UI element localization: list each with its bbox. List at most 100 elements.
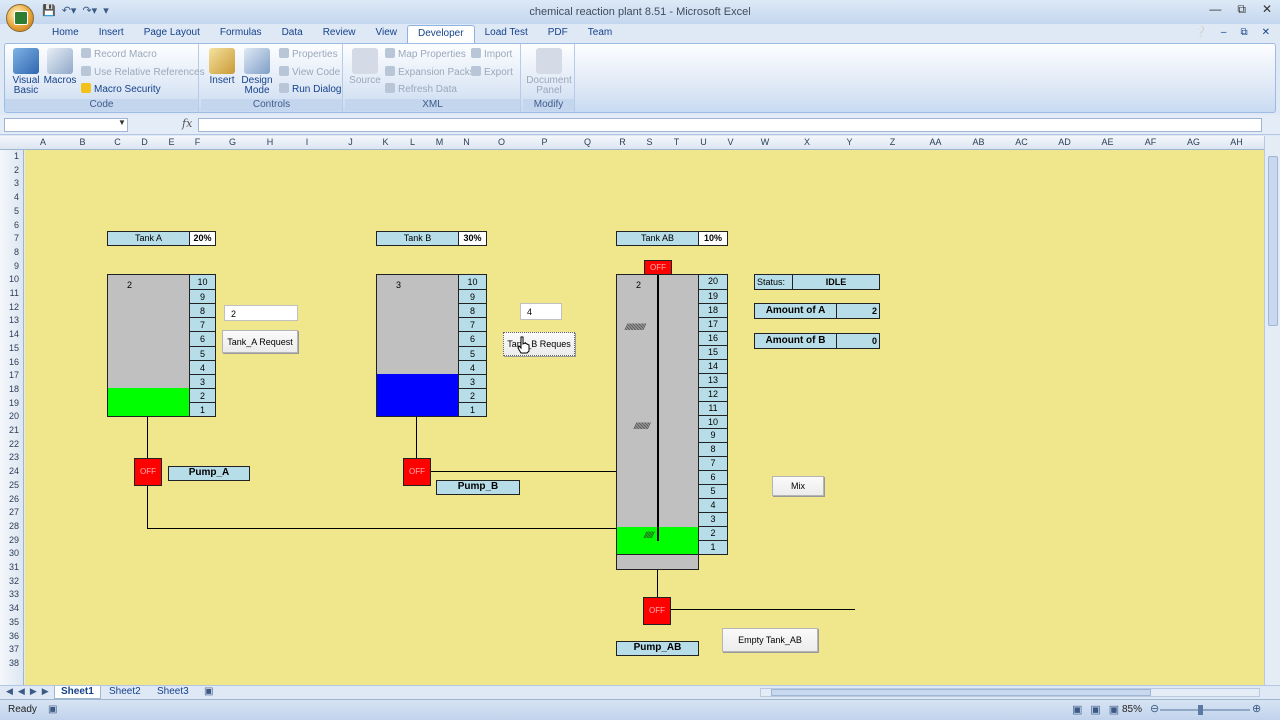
visual-basic-button[interactable]: Visual Basic bbox=[9, 48, 43, 96]
row-header[interactable]: 34 bbox=[9, 603, 19, 613]
column-header[interactable]: O bbox=[498, 137, 505, 147]
row-header[interactable]: 32 bbox=[9, 576, 19, 586]
row-header[interactable]: 27 bbox=[9, 507, 19, 517]
sheet-tab-3[interactable]: Sheet3 bbox=[151, 686, 195, 699]
pump-ab-valve[interactable]: OFF bbox=[643, 597, 671, 625]
row-header[interactable]: 8 bbox=[14, 247, 19, 257]
zoom-slider-thumb[interactable] bbox=[1198, 705, 1203, 715]
row-header[interactable]: 37 bbox=[9, 644, 19, 654]
empty-tank-ab-button[interactable]: Empty Tank_AB bbox=[722, 628, 818, 652]
row-header[interactable]: 6 bbox=[14, 220, 19, 230]
column-header[interactable]: V bbox=[727, 137, 733, 147]
workbook-minimize-icon[interactable]: – bbox=[1221, 27, 1227, 38]
tank-b-amount-input[interactable]: 4 bbox=[520, 303, 562, 320]
row-header[interactable]: 20 bbox=[9, 411, 19, 421]
insert-control-button[interactable]: Insert bbox=[205, 48, 239, 86]
zoom-out-icon[interactable]: ⊖ bbox=[1150, 702, 1159, 715]
minimize-icon[interactable]: — bbox=[1209, 2, 1221, 17]
column-header[interactable]: AE bbox=[1101, 137, 1113, 147]
row-header[interactable]: 11 bbox=[10, 288, 19, 298]
vertical-scroll-thumb[interactable] bbox=[1268, 156, 1278, 326]
row-header[interactable]: 21 bbox=[9, 425, 19, 435]
close-icon[interactable]: ✕ bbox=[1262, 2, 1272, 17]
tab-home[interactable]: Home bbox=[42, 25, 89, 43]
tank-ab-inlet-valve[interactable]: OFF bbox=[644, 260, 672, 275]
column-header[interactable]: X bbox=[804, 137, 810, 147]
tab-view[interactable]: View bbox=[365, 25, 407, 43]
row-header[interactable]: 28 bbox=[9, 521, 19, 531]
column-header[interactable]: N bbox=[463, 137, 470, 147]
row-header[interactable]: 7 bbox=[14, 233, 19, 243]
row-header[interactable]: 12 bbox=[9, 302, 19, 312]
row-header[interactable]: 13 bbox=[9, 315, 19, 325]
column-header[interactable]: L bbox=[410, 137, 415, 147]
properties-button[interactable]: Properties bbox=[279, 48, 338, 62]
macro-security-button[interactable]: Macro Security bbox=[81, 83, 161, 97]
row-header[interactable]: 14 bbox=[9, 329, 19, 339]
column-header[interactable]: U bbox=[700, 137, 707, 147]
tab-formulas[interactable]: Formulas bbox=[210, 25, 272, 43]
name-box-dropdown-icon[interactable]: ▼ bbox=[118, 118, 126, 127]
tab-review[interactable]: Review bbox=[313, 25, 366, 43]
row-header[interactable]: 29 bbox=[9, 535, 19, 545]
row-header[interactable]: 38 bbox=[9, 658, 19, 668]
tab-data[interactable]: Data bbox=[272, 25, 313, 43]
column-header[interactable]: F bbox=[195, 137, 201, 147]
column-header[interactable]: AD bbox=[1058, 137, 1071, 147]
import-button[interactable]: Import bbox=[471, 48, 512, 62]
tab-page-layout[interactable]: Page Layout bbox=[134, 25, 210, 43]
name-box[interactable] bbox=[4, 118, 128, 132]
tab-developer[interactable]: Developer bbox=[406, 25, 475, 43]
tank-a-amount-input[interactable]: 2 bbox=[224, 305, 298, 321]
view-buttons-icon[interactable]: ▣▣▣ bbox=[1072, 703, 1127, 716]
workbook-close-icon[interactable]: ✕ bbox=[1262, 27, 1270, 38]
pump-b-valve[interactable]: OFF bbox=[403, 458, 431, 486]
tank-b-request-button[interactable]: Tank_B Reques bbox=[503, 332, 575, 356]
formula-input[interactable] bbox=[198, 118, 1262, 132]
column-header[interactable]: P bbox=[541, 137, 547, 147]
row-header[interactable]: 26 bbox=[9, 494, 19, 504]
column-header[interactable]: C bbox=[114, 137, 121, 147]
row-header[interactable]: 19 bbox=[9, 398, 19, 408]
tab-insert[interactable]: Insert bbox=[89, 25, 134, 43]
row-header[interactable]: 3 bbox=[14, 178, 19, 188]
horizontal-scroll-thumb[interactable] bbox=[771, 689, 1151, 696]
help-icon[interactable]: ❔ bbox=[1194, 27, 1206, 38]
column-header[interactable]: AH bbox=[1230, 137, 1243, 147]
column-header[interactable]: G bbox=[229, 137, 236, 147]
column-header[interactable]: AC bbox=[1015, 137, 1028, 147]
row-header[interactable]: 22 bbox=[9, 439, 19, 449]
column-header[interactable]: M bbox=[436, 137, 444, 147]
vertical-scrollbar[interactable] bbox=[1264, 136, 1280, 685]
source-button[interactable]: Source bbox=[349, 48, 381, 86]
column-header[interactable]: W bbox=[761, 137, 770, 147]
column-header[interactable]: AG bbox=[1187, 137, 1200, 147]
column-header[interactable]: AB bbox=[972, 137, 984, 147]
insert-function-icon[interactable]: fx bbox=[182, 117, 192, 130]
row-header[interactable]: 25 bbox=[9, 480, 19, 490]
refresh-data-button[interactable]: Refresh Data bbox=[385, 83, 457, 97]
design-mode-button[interactable]: Design Mode bbox=[239, 48, 275, 96]
column-header[interactable]: B bbox=[79, 137, 85, 147]
column-header[interactable]: H bbox=[267, 137, 274, 147]
column-header[interactable]: R bbox=[619, 137, 626, 147]
row-header[interactable]: 10 bbox=[9, 274, 19, 284]
column-header[interactable]: E bbox=[168, 137, 174, 147]
row-header[interactable]: 4 bbox=[14, 192, 19, 202]
row-header[interactable]: 2 bbox=[14, 165, 19, 175]
tab-pdf[interactable]: PDF bbox=[538, 25, 578, 43]
sheet-tab-1[interactable]: Sheet1 bbox=[54, 686, 101, 699]
tab-team[interactable]: Team bbox=[578, 25, 622, 43]
export-button[interactable]: Export bbox=[471, 66, 513, 80]
row-header[interactable]: 5 bbox=[14, 206, 19, 216]
use-relative-references-button[interactable]: Use Relative References bbox=[81, 66, 205, 80]
run-dialog-button[interactable]: Run Dialog bbox=[279, 83, 341, 97]
row-header[interactable]: 23 bbox=[9, 452, 19, 462]
row-header[interactable]: 30 bbox=[9, 548, 19, 558]
row-header[interactable]: 15 bbox=[9, 343, 19, 353]
zoom-level[interactable]: 85% bbox=[1122, 704, 1142, 715]
zoom-in-icon[interactable]: ⊕ bbox=[1252, 702, 1261, 715]
workbook-restore-icon[interactable]: ⧉ bbox=[1240, 27, 1247, 38]
column-header[interactable]: A bbox=[40, 137, 46, 147]
column-header[interactable]: K bbox=[382, 137, 388, 147]
